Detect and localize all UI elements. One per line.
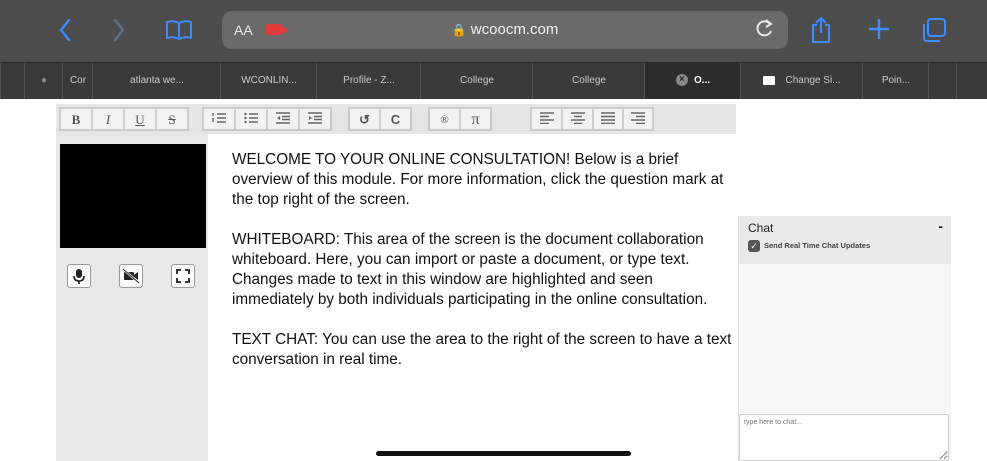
camera-off-button[interactable] — [119, 264, 143, 288]
align-right-icon[interactable] — [623, 108, 653, 130]
browser-toolbar: AA 🔒 wcoocm.com — [0, 0, 987, 62]
tab-label: College — [460, 75, 494, 86]
undo-button[interactable]: ↺ — [349, 108, 380, 130]
plus-icon[interactable] — [867, 17, 891, 46]
tab-item[interactable]: College — [532, 63, 645, 99]
address-bar[interactable]: AA 🔒 wcoocm.com — [222, 11, 788, 49]
italic-button[interactable]: I — [92, 108, 124, 130]
chat-minimize-button[interactable]: - — [938, 218, 943, 234]
bold-button[interactable]: B — [60, 108, 92, 130]
indent-icon[interactable] — [299, 108, 331, 130]
whiteboard-paragraph: WHITEBOARD: This area of the screen is t… — [232, 231, 708, 308]
tab-item[interactable]: ● — [24, 63, 63, 99]
chat-panel: Chat - ✓ Send Real Time Chat Updates — [738, 216, 951, 461]
tab-item[interactable]: Cor — [62, 63, 93, 99]
chevron-right-icon[interactable] — [112, 18, 126, 47]
tab-item-active[interactable]: × O... — [644, 63, 741, 99]
whiteboard-paragraph: TEXT CHAT: You can use the area to the r… — [232, 331, 732, 368]
tab-item[interactable]: atlanta we... — [92, 63, 221, 99]
editor-toolbar: B I U S ↺ C ® π — [56, 104, 736, 134]
video-camera-icon — [763, 75, 776, 85]
home-indicator — [376, 451, 631, 456]
math-symbol-button[interactable]: π — [460, 108, 491, 130]
tab-item[interactable]: WCONLIN... — [220, 63, 317, 99]
tab-label: College — [572, 75, 606, 86]
tab-overflow[interactable] — [0, 63, 25, 99]
align-left-icon[interactable] — [531, 108, 562, 130]
tab-item[interactable] — [928, 63, 957, 99]
chevron-left-icon[interactable] — [58, 18, 72, 47]
tab-close-icon[interactable]: × — [675, 74, 688, 87]
lock-icon: 🔒 — [451, 23, 467, 37]
ordered-list-icon[interactable] — [203, 108, 235, 130]
tab-label: atlanta we... — [130, 75, 184, 86]
chat-header: Chat - ✓ Send Real Time Chat Updates — [739, 216, 951, 264]
tab-item[interactable]: Poin... — [862, 63, 929, 99]
redo-button[interactable]: C — [380, 108, 411, 130]
tab-item[interactable] — [956, 63, 987, 99]
realtime-updates-label: Send Real Time Chat Updates — [764, 241, 871, 250]
whiteboard-paragraph: WELCOME TO YOUR ONLINE CONSULTATION! Bel… — [232, 151, 724, 208]
url-display[interactable]: 🔒 wcoocm.com — [222, 21, 788, 38]
tab-favicon: ● — [40, 75, 48, 86]
tab-label: Cor — [69, 75, 87, 86]
tabs-icon[interactable] — [920, 17, 948, 48]
whiteboard-editor[interactable]: WELCOME TO YOUR ONLINE CONSULTATION! Bel… — [232, 150, 732, 390]
tab-item[interactable]: Profile - Z... — [316, 63, 421, 99]
video-off-icon — [122, 268, 140, 284]
tab-label: Change Si... — [785, 75, 841, 86]
book-icon[interactable] — [165, 19, 193, 46]
tab-item[interactable]: College — [420, 63, 533, 99]
link-button[interactable]: ® — [429, 108, 460, 130]
unordered-list-icon[interactable] — [235, 108, 267, 130]
tab-label: Poin... — [881, 75, 911, 86]
fullscreen-icon — [176, 269, 190, 283]
microphone-button[interactable] — [67, 264, 91, 288]
reload-icon[interactable] — [756, 18, 774, 44]
realtime-updates-checkbox[interactable]: ✓ — [748, 240, 760, 252]
fullscreen-button[interactable] — [171, 264, 195, 288]
strikethrough-button[interactable]: S — [156, 108, 188, 130]
chat-title: Chat — [748, 221, 774, 235]
tab-strip: ● Cor atlanta we... WCONLIN... Profile -… — [0, 62, 987, 99]
microphone-icon — [73, 269, 85, 284]
tab-item[interactable]: Change Si... — [740, 63, 863, 99]
share-icon[interactable] — [810, 16, 832, 49]
align-justify-icon[interactable] — [593, 108, 623, 130]
chat-input[interactable] — [739, 414, 949, 461]
video-feed — [60, 144, 206, 248]
underline-button[interactable]: U — [124, 108, 156, 130]
tab-label: WCONLIN... — [241, 75, 297, 86]
outdent-icon[interactable] — [267, 108, 299, 130]
align-center-icon[interactable] — [562, 108, 593, 130]
chat-messages — [739, 264, 951, 414]
tab-label: O... — [693, 75, 711, 86]
url-text: wcoocm.com — [470, 21, 559, 38]
tab-label: Profile - Z... — [343, 75, 395, 86]
